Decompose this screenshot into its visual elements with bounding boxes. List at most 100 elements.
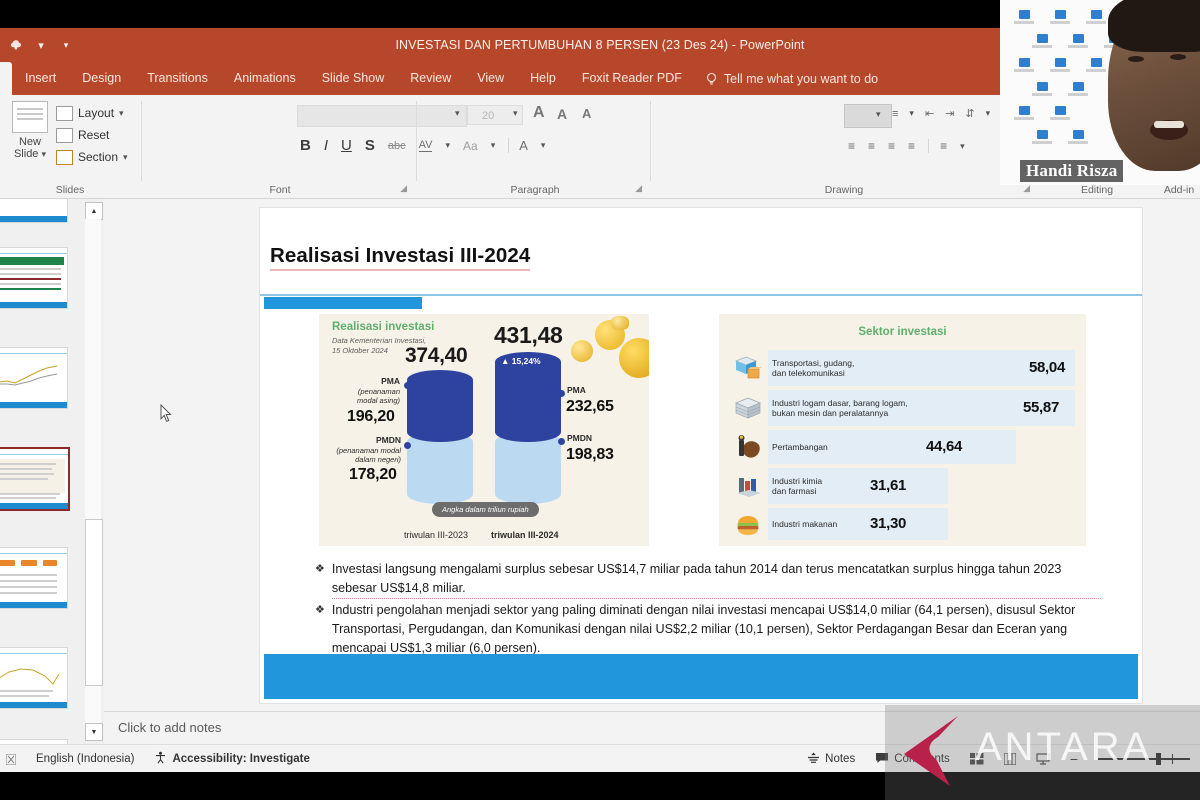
strikethrough-button[interactable]: abc <box>388 140 406 152</box>
ribbon-group-slides: New Slide ▾ Layout ▾ Reset Section ▾ <box>0 95 140 198</box>
scrollbar-thumb[interactable] <box>85 519 103 686</box>
tell-me-box[interactable]: Tell me what you want to do <box>695 62 878 95</box>
sector-row[interactable]: Transportasi, gudang, dan telekomunikasi… <box>730 350 1075 386</box>
chevron-down-icon[interactable]: ▾ <box>119 108 124 119</box>
thumb-table <box>0 257 64 265</box>
sector-line-1: Pertambangan <box>772 442 828 452</box>
new-slide-label-1: New <box>19 136 41 148</box>
slide-canvas[interactable]: Realisasi Investasi III-2024 Realisasi i… <box>259 207 1143 704</box>
connector-dot <box>404 382 411 389</box>
quarter-2024-label: triwulan III-2024 <box>491 530 559 540</box>
sector-row[interactable]: Industri makanan 31,30 <box>730 508 1075 540</box>
notes-icon <box>807 752 820 767</box>
lightbulb-icon <box>705 72 718 85</box>
notes-button[interactable]: Notes <box>797 752 865 767</box>
burger-icon <box>730 508 766 540</box>
total-2024-value: 431,48 <box>494 322 563 349</box>
slide-title[interactable]: Realisasi Investasi III-2024 <box>270 244 530 271</box>
slide-thumbnail[interactable] <box>0 547 68 609</box>
thumb-line-chart <box>0 362 61 388</box>
pma-2023-label: PMA (penanaman modal asing) <box>357 377 400 406</box>
new-slide-button[interactable]: New Slide ▾ <box>8 101 52 160</box>
panel-heading: Realisasi investasi <box>332 321 434 333</box>
section-icon <box>56 150 73 165</box>
accessibility-small-icon[interactable] <box>0 754 26 765</box>
chevron-down-icon[interactable]: ▾ <box>42 149 47 159</box>
slide-thumbnail[interactable] <box>0 199 68 223</box>
tab-home[interactable] <box>0 62 12 95</box>
layout-button[interactable]: Layout ▾ <box>56 102 128 124</box>
tab-foxit-reader-pdf[interactable]: Foxit Reader PDF <box>569 62 695 95</box>
tab-animations[interactable]: Animations <box>221 62 309 95</box>
language-status[interactable]: English (Indonesia) <box>26 753 144 765</box>
slide-thumbnail[interactable] <box>0 347 68 409</box>
title-rule <box>260 294 1142 296</box>
scroll-up-button[interactable]: ▲ <box>85 202 103 220</box>
slides-buttons: Layout ▾ Reset Section ▾ <box>56 102 128 168</box>
pma-2024-label: PMA <box>567 386 586 396</box>
sector-line-1: Industri makanan <box>772 519 837 529</box>
speaker-eye-left <box>1128 56 1144 62</box>
ribbon-separator <box>650 101 651 181</box>
coin-decoration <box>571 340 593 362</box>
sector-value: 31,61 <box>870 477 906 494</box>
underline-button[interactable]: U <box>341 137 352 154</box>
scroll-down-button[interactable]: ▼ <box>85 723 103 741</box>
sector-row[interactable]: Industri kimia dan farmasi 31,61 <box>730 468 1075 504</box>
slide-thumbnail-pane[interactable] <box>0 199 83 744</box>
tab-view[interactable]: View <box>464 62 517 95</box>
sector-label: Industri logam dasar, barang logam, buka… <box>766 398 908 419</box>
sector-row[interactable]: Pertambangan 44,64 <box>730 430 1075 464</box>
accessibility-status[interactable]: Accessibility: Investigate <box>144 751 319 767</box>
slide-thumbnail[interactable] <box>0 647 68 709</box>
investment-realization-infographic[interactable]: Realisasi investasi Data Kementerian Inv… <box>319 314 649 546</box>
reset-button[interactable]: Reset <box>56 124 128 146</box>
group-label-drawing: Drawing <box>774 184 914 196</box>
tab-design[interactable]: Design <box>69 62 134 95</box>
thumb-line-chart <box>0 662 61 688</box>
pmdn-2023-label: PMDN (penanaman modal dalam negeri) <box>331 436 401 465</box>
section-button[interactable]: Section ▾ <box>56 146 128 168</box>
sector-value: 31,30 <box>870 515 906 532</box>
autosave-icon[interactable] <box>8 37 24 53</box>
sector-label: Industri makanan <box>766 519 837 530</box>
slide-thumbnail-selected[interactable] <box>0 447 70 511</box>
sector-investment-infographic[interactable]: Sektor investasi Transportasi, gudang, d… <box>719 314 1086 546</box>
notes-placeholder[interactable]: Click to add notes <box>118 720 221 735</box>
coin-decoration <box>619 338 649 378</box>
accessibility-icon <box>154 751 167 767</box>
quick-access-toolbar[interactable]: ▾ ▾ <box>8 32 74 58</box>
tab-insert[interactable]: Insert <box>12 62 69 95</box>
pma-label: PMA <box>567 385 586 395</box>
customize-qat-icon[interactable]: ▾ <box>58 37 74 53</box>
quarter-2023-label: triwulan III-2023 <box>404 530 468 540</box>
speaker-hair <box>1108 0 1200 52</box>
paragraph-dialog-launcher[interactable]: ◢ <box>635 183 642 194</box>
growth-value: 15,24% <box>512 356 541 366</box>
slide-body-bullets[interactable]: ❖ Investasi langsung mengalami surplus s… <box>315 560 1101 661</box>
chevron-down-icon[interactable]: ▾ <box>123 152 128 163</box>
italic-button[interactable]: I <box>324 137 328 154</box>
pma-note-1: (penanaman <box>358 387 400 396</box>
chevron-down-icon[interactable]: ▾ <box>33 37 49 53</box>
bullet-marker: ❖ <box>315 601 325 659</box>
bullet-text: Industri pengolahan menjadi sektor yang … <box>332 601 1101 659</box>
tab-review[interactable]: Review <box>397 62 464 95</box>
thumbnail-scrollbar[interactable]: ▲ ▼ <box>82 199 105 744</box>
sector-label: Industri kimia dan farmasi <box>766 476 822 497</box>
unit-pill: Angka dalam triliun rupiah <box>432 502 539 517</box>
speaker-name-label: Handi Risza <box>1020 160 1123 182</box>
pmdn-2024-value: 198,83 <box>566 446 614 464</box>
watermark-text: ANTARA <box>975 725 1152 770</box>
tab-transitions[interactable]: Transitions <box>134 62 221 95</box>
chemical-icon <box>730 468 766 504</box>
bold-button[interactable]: B <box>300 137 311 154</box>
text-shadow-button[interactable]: S <box>365 137 375 154</box>
slide-thumbnail[interactable] <box>0 247 68 309</box>
pmdn-2023-value: 178,20 <box>349 466 397 484</box>
font-dialog-launcher[interactable]: ◢ <box>400 183 407 194</box>
mining-icon <box>730 430 766 464</box>
tab-help[interactable]: Help <box>517 62 569 95</box>
tab-slide-show[interactable]: Slide Show <box>309 62 398 95</box>
sector-row[interactable]: Industri logam dasar, barang logam, buka… <box>730 390 1075 426</box>
